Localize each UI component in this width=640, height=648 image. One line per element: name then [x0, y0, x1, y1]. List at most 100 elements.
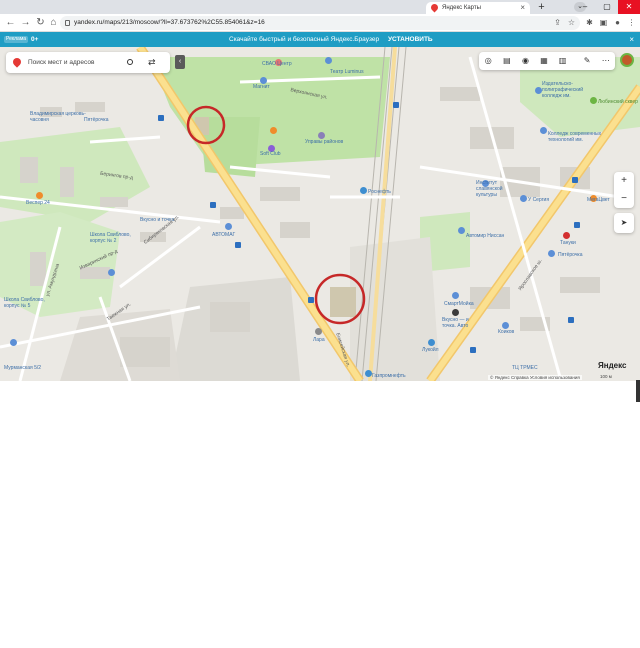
map-label[interactable]: Лара [313, 337, 325, 343]
map-label[interactable]: Мурманская 5/2 [4, 365, 41, 371]
bus-stop-icon[interactable] [393, 102, 399, 108]
ad-badge: Реклама [4, 36, 29, 43]
zoom-in-button[interactable]: + [614, 172, 634, 190]
more-icon[interactable]: ⋯ [596, 52, 615, 70]
restaurant-icon[interactable] [563, 232, 570, 239]
traffic-icon[interactable]: ▤ [498, 52, 517, 70]
bus-stop-icon[interactable] [572, 177, 578, 183]
map-label[interactable]: У Сергия [528, 197, 549, 203]
window-close-icon[interactable]: ✕ [618, 0, 640, 14]
active-tab[interactable]: Яндекс Карты × [426, 2, 530, 14]
cafe-icon[interactable] [520, 195, 527, 202]
bus-stop-icon[interactable] [568, 317, 574, 323]
map-label[interactable]: Институт славянской культуры [476, 180, 516, 198]
address-bar[interactable]: yandex.ru/maps/213/moscow/?ll=37.673762%… [60, 16, 580, 30]
map-label[interactable]: Вкусно — и точка. Авто [442, 317, 482, 329]
car-dealer-icon[interactable] [458, 227, 465, 234]
map-label[interactable]: СВАО Центр [262, 61, 292, 67]
car-wash-icon[interactable] [452, 292, 459, 299]
avatar[interactable] [620, 53, 634, 67]
search-placeholder: Поиск мест и адресов [28, 59, 95, 66]
forward-arrow-icon[interactable]: → [19, 16, 32, 29]
extensions-icon[interactable]: ✱ [584, 17, 595, 28]
install-button[interactable]: УСТАНОВИТЬ [388, 32, 433, 47]
my-location-button[interactable]: ➤ [614, 213, 634, 233]
cafe-icon[interactable] [36, 192, 43, 199]
shop-icon[interactable] [502, 322, 509, 329]
bus-stop-icon[interactable] [470, 347, 476, 353]
side-panel-toggle-button[interactable]: ‹ [175, 55, 185, 69]
panorama-icon[interactable]: ◉ [516, 52, 535, 70]
store-icon[interactable] [315, 328, 322, 335]
fuel-icon[interactable] [428, 339, 435, 346]
map-label[interactable]: Soft Club [260, 151, 281, 157]
map-attribution[interactable]: © Яндекс Справка Условия использования [488, 375, 582, 380]
promo-close-icon[interactable]: × [629, 32, 634, 47]
bus-stop-icon[interactable] [574, 222, 580, 228]
search-icon[interactable] [127, 59, 133, 65]
new-tab-button[interactable]: + [535, 1, 548, 14]
ruler-icon[interactable]: ✎ [578, 52, 597, 70]
transport-icon[interactable]: ▦ [535, 52, 554, 70]
route-icon[interactable]: ⇄ [148, 52, 156, 73]
url-text: yandex.ru/maps/213/moscow/?ll=37.673762%… [74, 19, 265, 26]
map-label[interactable]: Издательско-полиграфический колледж им. [542, 81, 602, 99]
school-icon[interactable] [10, 339, 17, 346]
map-label[interactable]: Пятёрочка [558, 252, 583, 258]
map-label[interactable]: Коиков [498, 329, 514, 335]
map-label[interactable]: Магнит [253, 84, 270, 90]
map-label[interactable]: Управы районов [305, 139, 343, 145]
layers-icon[interactable]: ◎ [479, 52, 498, 70]
fuel-icon[interactable] [360, 187, 367, 194]
bus-stop-icon[interactable] [210, 202, 216, 208]
map-label[interactable]: Колледж современных технологий им. [548, 131, 606, 143]
fuel-icon[interactable] [365, 370, 372, 377]
profile-icon[interactable]: ● [612, 17, 623, 28]
maximize-icon[interactable]: ▢ [596, 0, 618, 14]
club-icon[interactable] [270, 127, 277, 134]
map-label[interactable]: Школа Свиблово, корпус № 2 [90, 232, 140, 244]
map-label[interactable]: Тануки [560, 240, 576, 246]
map-label[interactable]: Пятёрочка [84, 117, 109, 123]
promo-message[interactable]: Скачайте быстрый и безопасный Яндекс.Бра… [229, 32, 379, 47]
map-label[interactable]: Веспер 24 [26, 200, 50, 206]
map-label[interactable]: ТЦ ТРМЕС [512, 365, 538, 371]
college-icon[interactable] [535, 87, 542, 94]
scrollbar-thumb[interactable] [636, 380, 640, 402]
map-label[interactable]: МегаЦвет [587, 197, 610, 203]
map-canvas[interactable]: СВАО Центр Магнит Театр Luminus Верхоянс… [0, 47, 640, 381]
bus-stop-icon[interactable] [308, 297, 314, 303]
share-icon[interactable]: ⇪ [552, 17, 563, 28]
map-label[interactable]: Владимирская церковь-часовня [30, 111, 90, 123]
bookmark-star-icon[interactable]: ☆ [566, 17, 577, 28]
parking-icon[interactable]: ▥ [553, 52, 572, 70]
map-search-input[interactable]: Поиск мест и адресов ⇄ [6, 52, 170, 73]
government-icon[interactable] [318, 132, 325, 139]
home-icon[interactable]: ⌂ [47, 16, 60, 29]
college-icon[interactable] [540, 127, 547, 134]
school-icon[interactable] [108, 269, 115, 276]
map-label[interactable]: Лукойл [422, 347, 439, 353]
grocery-icon[interactable] [548, 250, 555, 257]
map-label[interactable]: Школа Свиблово, корпус № 5 [4, 297, 54, 309]
reading-list-icon[interactable]: ▣ [598, 17, 609, 28]
bus-stop-icon[interactable] [235, 242, 241, 248]
map-label[interactable]: Театр Luminus [330, 69, 364, 75]
map-label[interactable]: СмартМойка [444, 301, 474, 307]
map-label[interactable]: Любинский сквер [598, 99, 638, 105]
auto-shop-icon[interactable] [225, 223, 232, 230]
shop-icon[interactable] [260, 77, 267, 84]
bus-stop-icon[interactable] [158, 115, 164, 121]
fast-food-icon[interactable] [452, 309, 459, 316]
back-arrow-icon[interactable]: ← [4, 16, 17, 29]
minimize-icon[interactable]: – [574, 0, 596, 14]
tab-close-icon[interactable]: × [520, 2, 525, 14]
menu-kebab-icon[interactable]: ⋮ [626, 17, 637, 28]
map-label[interactable]: Газпромнефть [372, 373, 406, 379]
map-label[interactable]: Роснефть [368, 189, 391, 195]
map-label[interactable]: Автомир Ниссан [466, 233, 504, 239]
reload-icon[interactable]: ↻ [34, 16, 47, 29]
map-label[interactable]: АВТОМАГ [212, 232, 235, 238]
zoom-out-button[interactable]: − [614, 190, 634, 208]
theater-icon[interactable] [325, 57, 332, 64]
